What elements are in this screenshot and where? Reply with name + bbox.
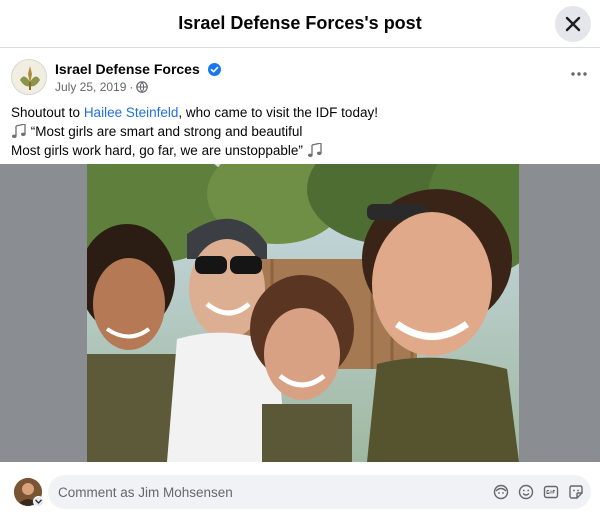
close-button[interactable] — [555, 6, 591, 42]
page-name[interactable]: Israel Defense Forces — [55, 61, 200, 77]
idf-emblem-icon — [12, 60, 46, 94]
dialog-title: Israel Defense Forces's post — [178, 13, 422, 33]
verified-icon — [207, 63, 221, 76]
lyric-line-1: “Most girls are smart and strong and bea… — [27, 124, 303, 139]
emoji-icon — [518, 484, 534, 500]
post-date[interactable]: July 25, 2019 — [55, 80, 126, 94]
avatar-sticker-icon — [493, 484, 509, 500]
gif-icon — [543, 485, 559, 499]
comment-tools — [492, 483, 585, 501]
lyric-line-2: Most girls work hard, go far, we are uns… — [11, 143, 307, 158]
music-note-icon — [307, 143, 322, 157]
text-fragment: , who came to visit the IDF today! — [178, 105, 378, 120]
post-header: Israel Defense Forces July 25, 2019 · — [0, 48, 600, 100]
post-text-line-1: Shoutout to Hailee Steinfeld, who came t… — [11, 103, 591, 122]
mention-link[interactable]: Hailee Steinfeld — [84, 105, 179, 120]
music-note-icon — [12, 124, 26, 138]
text-fragment: Shoutout to — [11, 105, 84, 120]
page-name-link[interactable]: Israel Defense Forces — [55, 61, 221, 77]
emoji-button[interactable] — [517, 483, 535, 501]
post-photo[interactable] — [87, 164, 519, 462]
chevron-down-icon — [35, 499, 42, 504]
avatar-sticker-button[interactable] — [492, 483, 510, 501]
more-icon — [571, 72, 587, 76]
meta-separator: · — [129, 80, 134, 94]
post-photo-container — [0, 164, 600, 462]
sticker-button[interactable] — [567, 483, 585, 501]
post-meta: July 25, 2019 · — [55, 80, 149, 94]
more-options-button[interactable] — [566, 62, 592, 86]
post-text: Shoutout to Hailee Steinfeld, who came t… — [11, 103, 591, 160]
post-text-line-2: “Most girls are smart and strong and bea… — [11, 122, 591, 141]
sticker-icon — [569, 485, 583, 499]
selfie-photo[interactable] — [87, 164, 519, 462]
account-switch-badge[interactable] — [33, 496, 44, 507]
comment-bar — [0, 462, 600, 520]
globe-icon[interactable] — [136, 81, 149, 93]
gif-button[interactable] — [542, 483, 560, 501]
page-avatar[interactable] — [11, 59, 47, 95]
post-text-line-3: Most girls work hard, go far, we are uns… — [11, 141, 591, 160]
close-icon — [565, 16, 581, 32]
dialog-header: Israel Defense Forces's post — [0, 0, 600, 48]
